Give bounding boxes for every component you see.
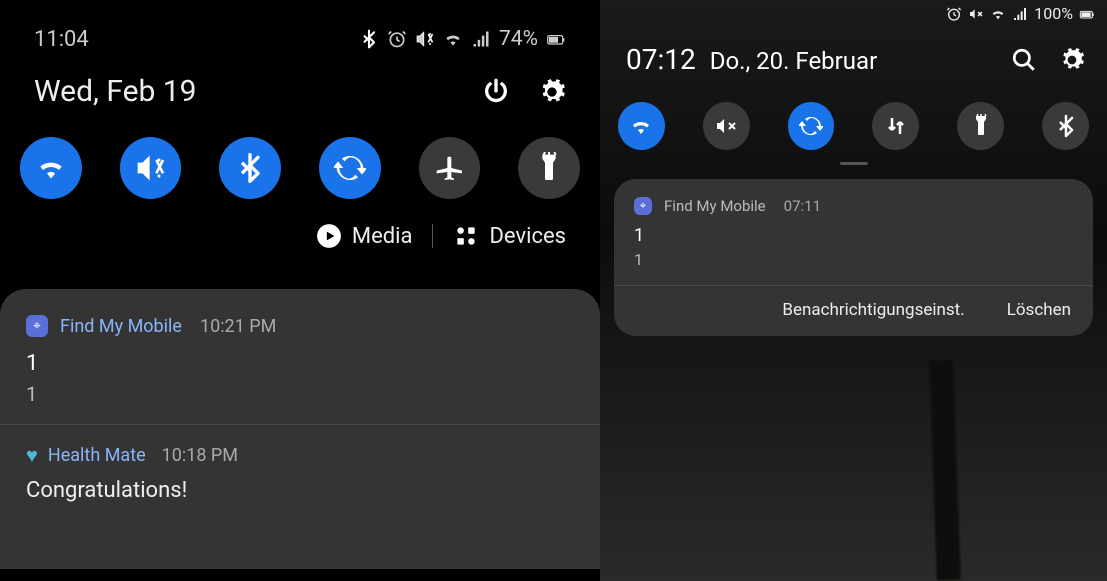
status-time: 11:04 [34, 27, 89, 52]
qs-flashlight[interactable] [518, 137, 580, 199]
qs-airplane[interactable] [419, 137, 481, 199]
notification-title[interactable]: 1 [26, 351, 574, 376]
qs-bluetooth[interactable] [219, 137, 281, 199]
bluetooth-icon [1054, 114, 1078, 138]
media-label: Media [352, 224, 413, 249]
devices-icon [453, 223, 479, 249]
play-icon [316, 223, 342, 249]
bluetooth-icon [234, 152, 266, 184]
gear-icon[interactable] [538, 78, 566, 106]
media-devices-row: Media Devices [0, 199, 600, 249]
notification-title: 1 [634, 225, 1073, 246]
battery-icon [546, 29, 566, 49]
devices-label: Devices [489, 224, 566, 249]
qs-bluetooth[interactable] [1042, 102, 1089, 150]
mute-vibrate-icon [415, 29, 435, 49]
notification-header: ⌖ Find My Mobile 07:11 [634, 197, 1073, 215]
wifi-icon [629, 114, 653, 138]
qs-sync[interactable] [788, 102, 835, 150]
divider [0, 424, 600, 425]
mute-icon [714, 114, 738, 138]
signal-icon [1012, 6, 1028, 22]
wallpaper-element [929, 360, 961, 581]
quick-settings-row [600, 76, 1107, 150]
screen-left: 11:04 74% Wed, Feb 19 Media [0, 0, 600, 581]
notification-time: 07:11 [784, 197, 821, 215]
notification-app: Health Mate [48, 445, 146, 466]
airplane-icon [434, 152, 466, 184]
media-button[interactable]: Media [316, 223, 413, 249]
qs-mobile-data[interactable] [872, 102, 919, 150]
header-date[interactable]: Do., 20. Februar [710, 47, 877, 75]
date-row: Wed, Feb 19 [0, 60, 600, 109]
notification-actions: Benachrichtigungseinst. Löschen [614, 285, 1093, 336]
alarm-icon [946, 6, 962, 22]
battery-percent: 74% [499, 27, 538, 51]
qs-flashlight[interactable] [957, 102, 1004, 150]
notif-settings-button[interactable]: Benachrichtigungseinst. [782, 300, 964, 320]
signal-icon [471, 29, 491, 49]
notification-title[interactable]: Congratulations! [26, 478, 574, 503]
notification-header[interactable]: ⌖ Find My Mobile 10:21 PM [26, 315, 574, 337]
bluetooth-icon [359, 29, 379, 49]
find-my-mobile-icon: ⌖ [634, 197, 652, 215]
flashlight-icon [533, 152, 565, 184]
mute-icon [968, 6, 984, 22]
search-icon[interactable] [1011, 47, 1037, 73]
wifi-icon [443, 29, 463, 49]
battery-percent: 100% [1034, 4, 1073, 23]
notification-panel: ⌖ Find My Mobile 10:21 PM 1 1 ♥ Health M… [0, 289, 600, 569]
notification-time: 10:21 PM [200, 316, 276, 337]
sync-icon [799, 114, 823, 138]
devices-button[interactable]: Devices [453, 223, 566, 249]
power-icon[interactable] [482, 78, 510, 106]
status-bar: 11:04 74% [0, 0, 600, 60]
gear-icon[interactable] [1059, 47, 1085, 73]
status-icons: 74% [359, 27, 566, 51]
heart-icon: ♥ [26, 443, 38, 468]
notification-app: Find My Mobile [664, 197, 766, 215]
notification-body: 1 [634, 250, 1073, 269]
screen-right: 100% 07:12 Do., 20. Februar ⌖ Find My Mo… [600, 0, 1107, 581]
qs-sync[interactable] [319, 137, 381, 199]
quick-settings-row [0, 109, 600, 199]
status-bar: 100% [600, 0, 1107, 23]
qs-wifi[interactable] [20, 137, 82, 199]
notification-card[interactable]: ⌖ Find My Mobile 07:11 1 1 Benachrichtig… [614, 179, 1093, 336]
battery-icon [1079, 6, 1095, 22]
flashlight-icon [969, 114, 993, 138]
divider [432, 224, 433, 248]
alarm-icon [387, 29, 407, 49]
qs-sound[interactable] [703, 102, 750, 150]
header-row: 07:12 Do., 20. Februar [600, 23, 1107, 76]
expand-handle[interactable] [840, 162, 868, 165]
notif-clear-button[interactable]: Löschen [1007, 300, 1071, 320]
qs-wifi[interactable] [618, 102, 665, 150]
sync-icon [334, 152, 366, 184]
find-my-mobile-icon: ⌖ [26, 315, 48, 337]
notification-app: Find My Mobile [60, 316, 182, 337]
notification-time: 10:18 PM [162, 445, 238, 466]
notification-body[interactable]: 1 [26, 382, 574, 406]
data-icon [884, 114, 908, 138]
qs-sound[interactable] [120, 137, 182, 199]
date-text[interactable]: Wed, Feb 19 [34, 74, 197, 109]
wifi-icon [990, 6, 1006, 22]
mute-vibrate-icon [135, 152, 167, 184]
header-time[interactable]: 07:12 [626, 43, 696, 76]
wifi-icon [35, 152, 67, 184]
notification-header[interactable]: ♥ Health Mate 10:18 PM [26, 443, 574, 468]
